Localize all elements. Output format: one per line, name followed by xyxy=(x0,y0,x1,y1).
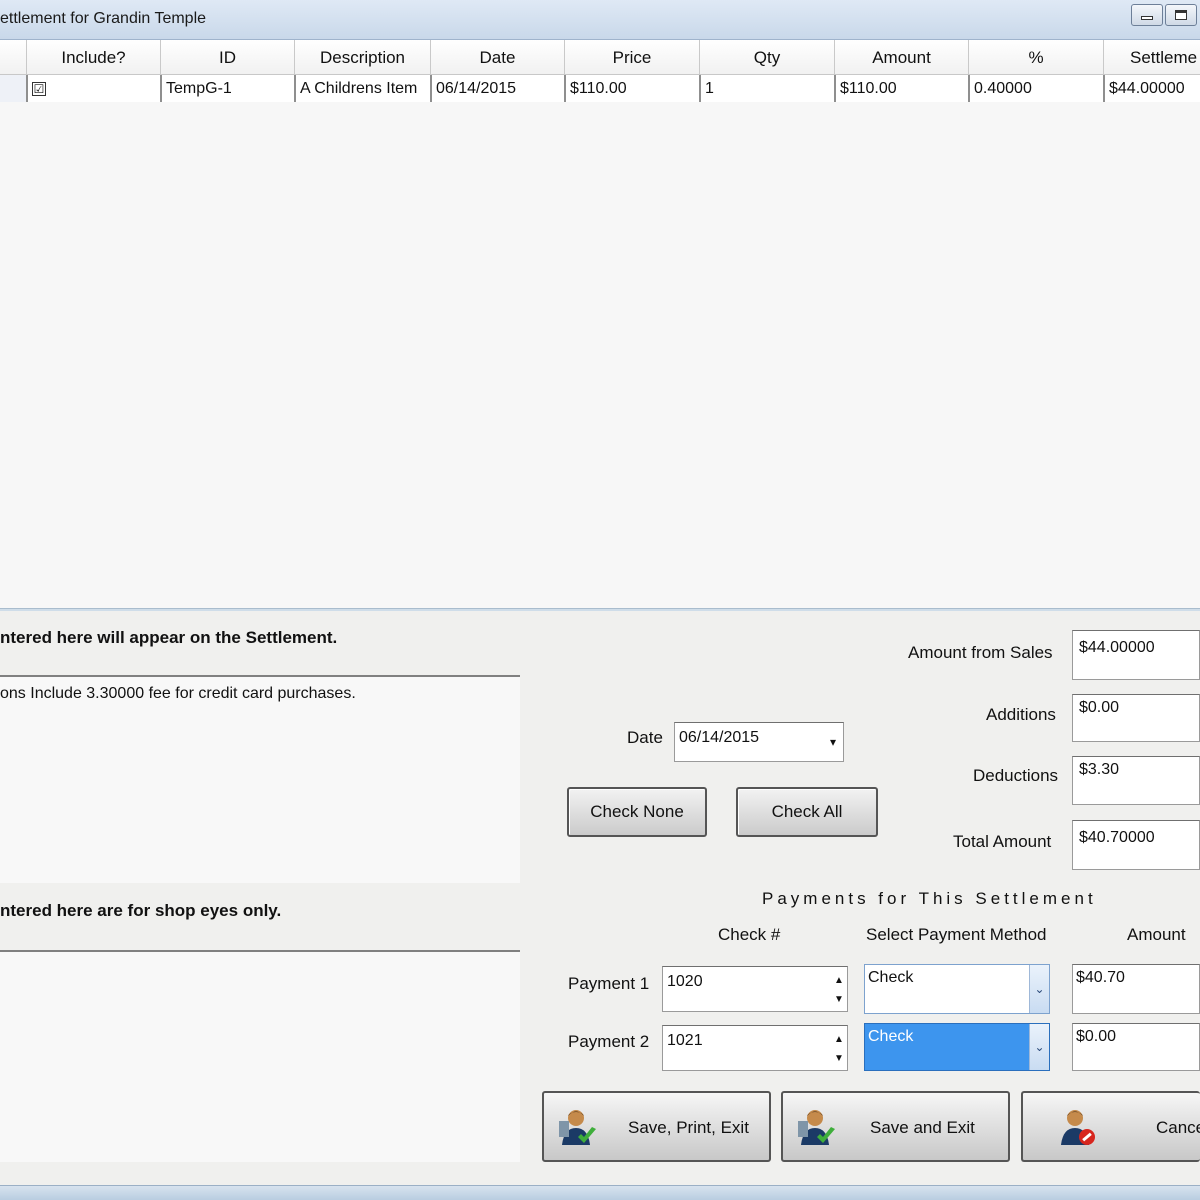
cell-include[interactable]: ☑ xyxy=(27,75,161,102)
cell-date[interactable]: 06/14/2015 xyxy=(431,75,565,102)
title-bar[interactable]: ettlement for Grandin Temple xyxy=(0,0,1200,40)
chevron-down-icon[interactable]: ⌄ xyxy=(1029,1024,1049,1070)
save-exit-button[interactable]: Save and Exit xyxy=(781,1091,1010,1162)
header-date[interactable]: Date xyxy=(431,40,565,75)
cell-amount[interactable]: $110.00 xyxy=(835,75,969,102)
user-cancel-icon xyxy=(1061,1110,1095,1145)
maximize-icon xyxy=(1175,10,1187,20)
cell-id[interactable]: TempG-1 xyxy=(161,75,295,102)
header-selector xyxy=(0,40,27,75)
save-print-exit-label: Save, Print, Exit xyxy=(628,1118,749,1137)
table-row[interactable]: ☑ TempG-1 A Childrens Item 06/14/2015 $1… xyxy=(0,75,1200,102)
minimize-button[interactable] xyxy=(1131,4,1163,26)
payment-1-check-value: 1020 xyxy=(667,973,703,990)
save-exit-label: Save and Exit xyxy=(870,1118,975,1137)
cell-price[interactable]: $110.00 xyxy=(565,75,700,102)
payment-2-method-value: Check xyxy=(868,1028,914,1045)
date-value: 06/14/2015 xyxy=(679,729,760,746)
cancel-button[interactable]: Cance xyxy=(1021,1091,1200,1162)
header-description[interactable]: Description xyxy=(295,40,431,75)
header-qty[interactable]: Qty xyxy=(700,40,835,75)
cell-description[interactable]: A Childrens Item xyxy=(295,75,431,102)
payment-2-amount-field[interactable]: $0.00 xyxy=(1072,1023,1200,1071)
total-amount-field[interactable]: $40.70000 xyxy=(1072,820,1200,870)
settlement-details-panel: ntered here will appear on the Settlemen… xyxy=(0,611,1200,1185)
cell-settlement[interactable]: $44.00000 xyxy=(1104,75,1200,102)
header-id[interactable]: ID xyxy=(161,40,295,75)
deductions-label: Deductions xyxy=(973,766,1059,785)
public-notes-box[interactable]: ons Include 3.30000 fee for credit card … xyxy=(0,675,520,883)
check-number-header: Check # xyxy=(718,925,781,944)
public-notes-label: ntered here will appear on the Settlemen… xyxy=(0,628,338,647)
header-price[interactable]: Price xyxy=(565,40,700,75)
minimize-icon xyxy=(1141,16,1153,20)
row-selector[interactable] xyxy=(0,75,27,102)
date-picker[interactable]: 06/14/2015 ▾ xyxy=(674,722,844,762)
deductions-field[interactable]: $3.30 xyxy=(1072,756,1200,805)
settlement-window: ettlement for Grandin Temple Include? ID… xyxy=(0,0,1200,1200)
spin-arrows-icon[interactable]: ▲ ▼ xyxy=(833,1030,845,1068)
payment-2-check-stepper[interactable]: 1021 ▲ ▼ xyxy=(662,1025,848,1071)
check-none-button[interactable]: Check None xyxy=(567,787,707,837)
additions-label: Additions xyxy=(986,705,1056,724)
public-notes-text: ons Include 3.30000 fee for credit card … xyxy=(0,685,356,702)
total-amount-label: Total Amount xyxy=(953,832,1052,851)
window-controls xyxy=(1131,4,1200,26)
grid-header: Include? ID Description Date Price Qty A… xyxy=(0,40,1200,75)
header-settlement[interactable]: Settleme xyxy=(1104,40,1200,75)
private-notes-box[interactable] xyxy=(0,950,520,1162)
payment-1-method-select[interactable]: Check ⌄ xyxy=(864,964,1050,1014)
window-title: ettlement for Grandin Temple xyxy=(0,10,207,27)
header-amount[interactable]: Amount xyxy=(835,40,969,75)
cancel-label: Cance xyxy=(1156,1118,1200,1137)
user-save-icon xyxy=(798,1110,835,1145)
maximize-button[interactable] xyxy=(1165,4,1197,26)
payments-title: Payments for This Settlement xyxy=(762,889,1097,908)
cell-percent[interactable]: 0.40000 xyxy=(969,75,1104,102)
chevron-down-icon[interactable]: ⌄ xyxy=(1029,965,1049,1013)
include-checkbox[interactable]: ☑ xyxy=(32,81,46,96)
items-grid: Include? ID Description Date Price Qty A… xyxy=(0,40,1200,608)
payment-2-method-select[interactable]: Check ⌄ xyxy=(864,1023,1050,1071)
save-print-exit-button[interactable]: Save, Print, Exit xyxy=(542,1091,771,1162)
payment-1-amount-field[interactable]: $40.70 xyxy=(1072,964,1200,1014)
additions-field[interactable]: $0.00 xyxy=(1072,694,1200,742)
window-bottom-border xyxy=(0,1185,1200,1200)
header-include[interactable]: Include? xyxy=(27,40,161,75)
private-notes-label: ntered here are for shop eyes only. xyxy=(0,901,282,920)
spin-arrows-icon[interactable]: ▲ ▼ xyxy=(833,971,845,1009)
payment-2-label: Payment 2 xyxy=(568,1032,650,1051)
payment-2-check-value: 1021 xyxy=(667,1032,703,1049)
check-all-button[interactable]: Check All xyxy=(736,787,878,837)
payment-method-header: Select Payment Method xyxy=(866,925,1047,944)
cell-qty[interactable]: 1 xyxy=(700,75,835,102)
user-save-icon xyxy=(559,1110,596,1145)
header-percent[interactable]: % xyxy=(969,40,1104,75)
payment-1-method-value: Check xyxy=(868,969,914,986)
chevron-down-icon[interactable]: ▾ xyxy=(823,723,843,761)
date-label: Date xyxy=(627,728,663,747)
amount-from-sales-field[interactable]: $44.00000 xyxy=(1072,630,1200,680)
amount-from-sales-label: Amount from Sales xyxy=(908,643,1053,662)
payment-1-label: Payment 1 xyxy=(568,974,650,993)
payment-1-check-stepper[interactable]: 1020 ▲ ▼ xyxy=(662,966,848,1012)
payment-amount-header: Amount xyxy=(1127,925,1186,944)
